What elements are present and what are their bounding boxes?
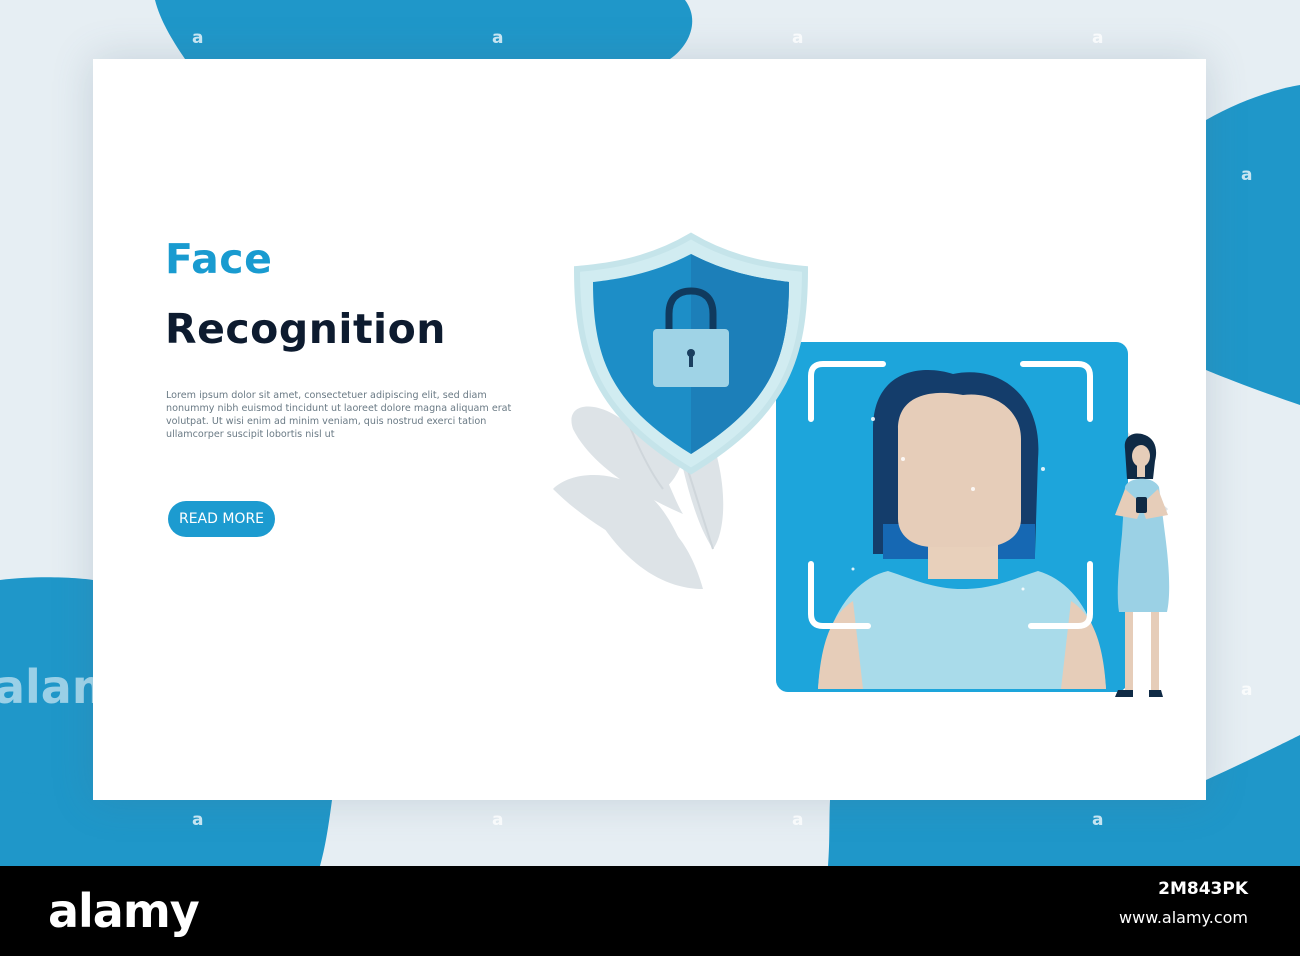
face-recognition-illustration <box>553 232 1170 697</box>
watermark-mark: a <box>492 810 504 830</box>
right-blob <box>1206 85 1300 405</box>
hero-title-face: Face <box>165 235 273 283</box>
face <box>898 392 1021 547</box>
read-more-button[interactable]: READ MORE <box>168 501 275 537</box>
watermark-mark: a <box>192 28 204 48</box>
watermark-mark: a <box>1241 165 1253 185</box>
image-id-label: 2M843PK <box>1158 879 1248 899</box>
hero-description: Lorem ipsum dolor sit amet, consectetuer… <box>166 390 512 440</box>
landing-card: Face Recognition Lorem ipsum dolor sit a… <box>93 59 1206 800</box>
watermark-mark: a <box>1092 810 1104 830</box>
footer-logo: alamy <box>48 884 200 938</box>
watermark-mark: a <box>1241 680 1253 700</box>
watermark-mark: a <box>792 810 804 830</box>
watermark-mark: a <box>492 28 504 48</box>
watermark-mark: a <box>792 28 804 48</box>
watermark-mark: a <box>1092 28 1104 48</box>
banner-stage: Face Recognition Lorem ipsum dolor sit a… <box>0 0 1300 866</box>
top-blob <box>155 0 693 59</box>
watermark-mark: a <box>192 810 204 830</box>
footer-url: www.alamy.com <box>1119 908 1248 927</box>
stock-footer: alamy 2M843PK www.alamy.com <box>0 866 1300 956</box>
hero-title-recognition: Recognition <box>165 305 446 353</box>
watermark-text: alamy <box>0 660 150 714</box>
bottom-left-blob <box>0 790 332 866</box>
face-scan-frame <box>776 342 1128 692</box>
